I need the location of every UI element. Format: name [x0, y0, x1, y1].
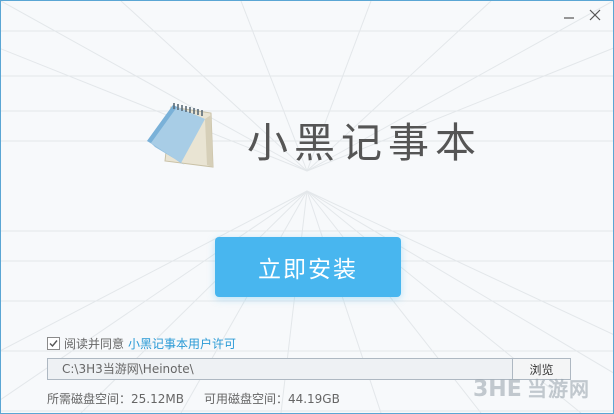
svg-text:3HE: 3HE — [473, 377, 522, 401]
installer-window: 小黑记事本 立即安装 阅读并同意 小黑记事本用户许可 浏览 所需磁盘空间：25.… — [0, 0, 614, 414]
notepad-icon — [141, 101, 221, 171]
watermark-text: 当游网 — [527, 377, 590, 401]
disk-space-info: 所需磁盘空间：25.12MB 可用磁盘空间：44.19GB — [47, 390, 340, 407]
agreement-row: 阅读并同意 小黑记事本用户许可 — [47, 335, 236, 352]
minimize-icon — [564, 17, 574, 19]
watermark-logo-icon: 3HE — [473, 377, 522, 401]
install-button[interactable]: 立即安装 — [215, 237, 401, 297]
agreement-label: 阅读并同意 — [64, 337, 125, 351]
watermark: 3HE 当游网 — [473, 373, 590, 402]
minimize-button[interactable] — [561, 7, 577, 23]
available-space: 可用磁盘空间：44.19GB — [203, 392, 340, 406]
install-path-input[interactable] — [47, 358, 513, 380]
close-button[interactable] — [587, 7, 603, 23]
checkmark-icon — [49, 340, 58, 348]
license-link[interactable]: 小黑记事本用户许可 — [128, 335, 236, 352]
app-title: 小黑记事本 — [247, 119, 482, 167]
window-controls — [561, 7, 603, 23]
agreement-checkbox[interactable] — [47, 337, 60, 350]
required-space: 所需磁盘空间：25.12MB — [47, 392, 184, 406]
close-icon — [589, 9, 601, 21]
